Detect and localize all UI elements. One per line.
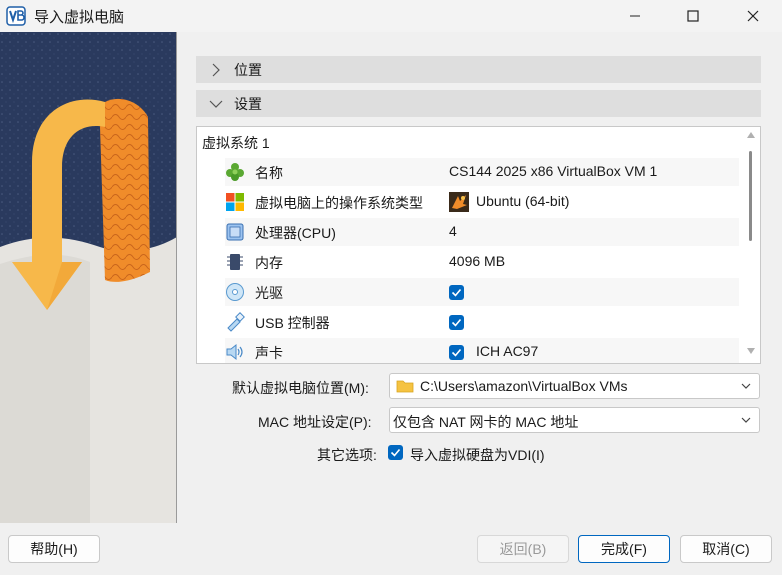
vm-location-value: C:\Users\amazon\VirtualBox VMs xyxy=(420,378,628,394)
usb-controller-checkbox[interactable] xyxy=(449,315,464,330)
tree-row-value[interactable]: CS144 2025 x86 VirtualBox VM 1 xyxy=(449,163,657,179)
optical-drive-icon xyxy=(225,282,245,302)
scroll-down-icon[interactable] xyxy=(746,347,756,355)
tree-row-value[interactable]: 4 xyxy=(449,223,457,239)
tree-row-os-type[interactable]: 虚拟电脑上的操作系统类型 Ubuntu (64-bit) xyxy=(225,188,739,216)
tree-row-key: USB 控制器 xyxy=(255,315,330,331)
import-vdi-label[interactable]: 导入虚拟硬盘为VDI(I) xyxy=(410,445,545,465)
folder-icon xyxy=(396,378,414,394)
tree-scrollbar[interactable] xyxy=(743,129,759,361)
finish-button[interactable]: 完成(F) xyxy=(578,535,670,563)
tree-row-key: 处理器(CPU) xyxy=(255,225,336,241)
mac-policy-combobox[interactable]: 仅包含 NAT 网卡的 MAC 地址 xyxy=(389,407,760,433)
optical-drive-checkbox[interactable] xyxy=(449,285,464,300)
tree-row-memory[interactable]: 内存 4096 MB xyxy=(225,248,739,276)
back-button[interactable]: 返回(B) xyxy=(477,535,569,563)
tree-row-key: 内存 xyxy=(255,255,283,271)
ubuntu-icon xyxy=(449,192,469,212)
wizard-artwork xyxy=(0,32,177,523)
tree-row-optical-drive[interactable]: 光驱 xyxy=(225,278,739,306)
usb-icon xyxy=(225,312,245,332)
cancel-button[interactable]: 取消(C) xyxy=(680,535,772,563)
vm-location-label: 默认虚拟电脑位置(M): xyxy=(232,380,369,396)
cpu-icon xyxy=(225,222,245,242)
virtual-system-root[interactable]: 虚拟系统 1 xyxy=(202,133,270,153)
tree-row-usb[interactable]: USB 控制器 xyxy=(225,308,739,336)
os-type-icon xyxy=(225,192,245,212)
tree-row-value[interactable]: 4096 MB xyxy=(449,253,505,269)
main-panel: 位置 设置 虚拟系统 1 名称 CS144 2025 x86 VirtualBo… xyxy=(177,32,782,523)
tree-row-key: 光驱 xyxy=(255,285,283,301)
tree-row-name[interactable]: 名称 CS144 2025 x86 VirtualBox VM 1 xyxy=(225,158,739,186)
chevron-down-icon xyxy=(209,100,223,108)
chevron-down-icon xyxy=(741,417,751,423)
memory-icon xyxy=(225,252,245,272)
close-icon[interactable] xyxy=(730,0,776,32)
tree-row-key: 名称 xyxy=(255,165,283,181)
minimize-icon[interactable] xyxy=(612,0,658,32)
location-section-label: 位置 xyxy=(234,61,262,78)
tree-row-cpu[interactable]: 处理器(CPU) 4 xyxy=(225,218,739,246)
mac-policy-value: 仅包含 NAT 网卡的 MAC 地址 xyxy=(393,414,579,430)
location-section-header[interactable]: 位置 xyxy=(196,56,761,83)
help-button[interactable]: 帮助(H) xyxy=(8,535,100,563)
settings-section-label: 设置 xyxy=(234,95,262,112)
mac-policy-label: MAC 地址设定(P): xyxy=(258,414,372,430)
name-icon xyxy=(225,162,245,182)
chevron-right-icon xyxy=(212,63,220,76)
import-vdi-checkbox[interactable] xyxy=(388,445,403,460)
audio-icon xyxy=(225,342,245,362)
tree-row-audio[interactable]: 声卡 ICH AC97 xyxy=(225,338,739,363)
button-bar: 帮助(H) 返回(B) 完成(F) 取消(C) xyxy=(0,523,782,575)
window-title: 导入虚拟电脑 xyxy=(34,9,125,26)
other-options-label: 其它选项: xyxy=(317,447,377,463)
scroll-up-icon[interactable] xyxy=(746,131,756,139)
appliance-settings-tree[interactable]: 虚拟系统 1 名称 CS144 2025 x86 VirtualBox VM 1 xyxy=(196,126,761,364)
tree-row-key: 虚拟电脑上的操作系统类型 xyxy=(255,195,423,211)
audio-checkbox[interactable] xyxy=(449,345,464,360)
title-bar: 导入虚拟电脑 xyxy=(0,0,782,32)
vm-location-combobox[interactable]: C:\Users\amazon\VirtualBox VMs xyxy=(389,373,760,399)
maximize-icon[interactable] xyxy=(670,0,716,32)
tree-row-value[interactable]: ICH AC97 xyxy=(476,343,538,359)
settings-section-header[interactable]: 设置 xyxy=(196,90,761,117)
tree-row-key: 声卡 xyxy=(255,345,283,361)
chevron-down-icon xyxy=(741,383,751,389)
scrollbar-thumb[interactable] xyxy=(749,151,752,241)
tree-row-value[interactable]: Ubuntu (64-bit) xyxy=(476,193,569,209)
virtualbox-logo-icon xyxy=(6,6,26,26)
